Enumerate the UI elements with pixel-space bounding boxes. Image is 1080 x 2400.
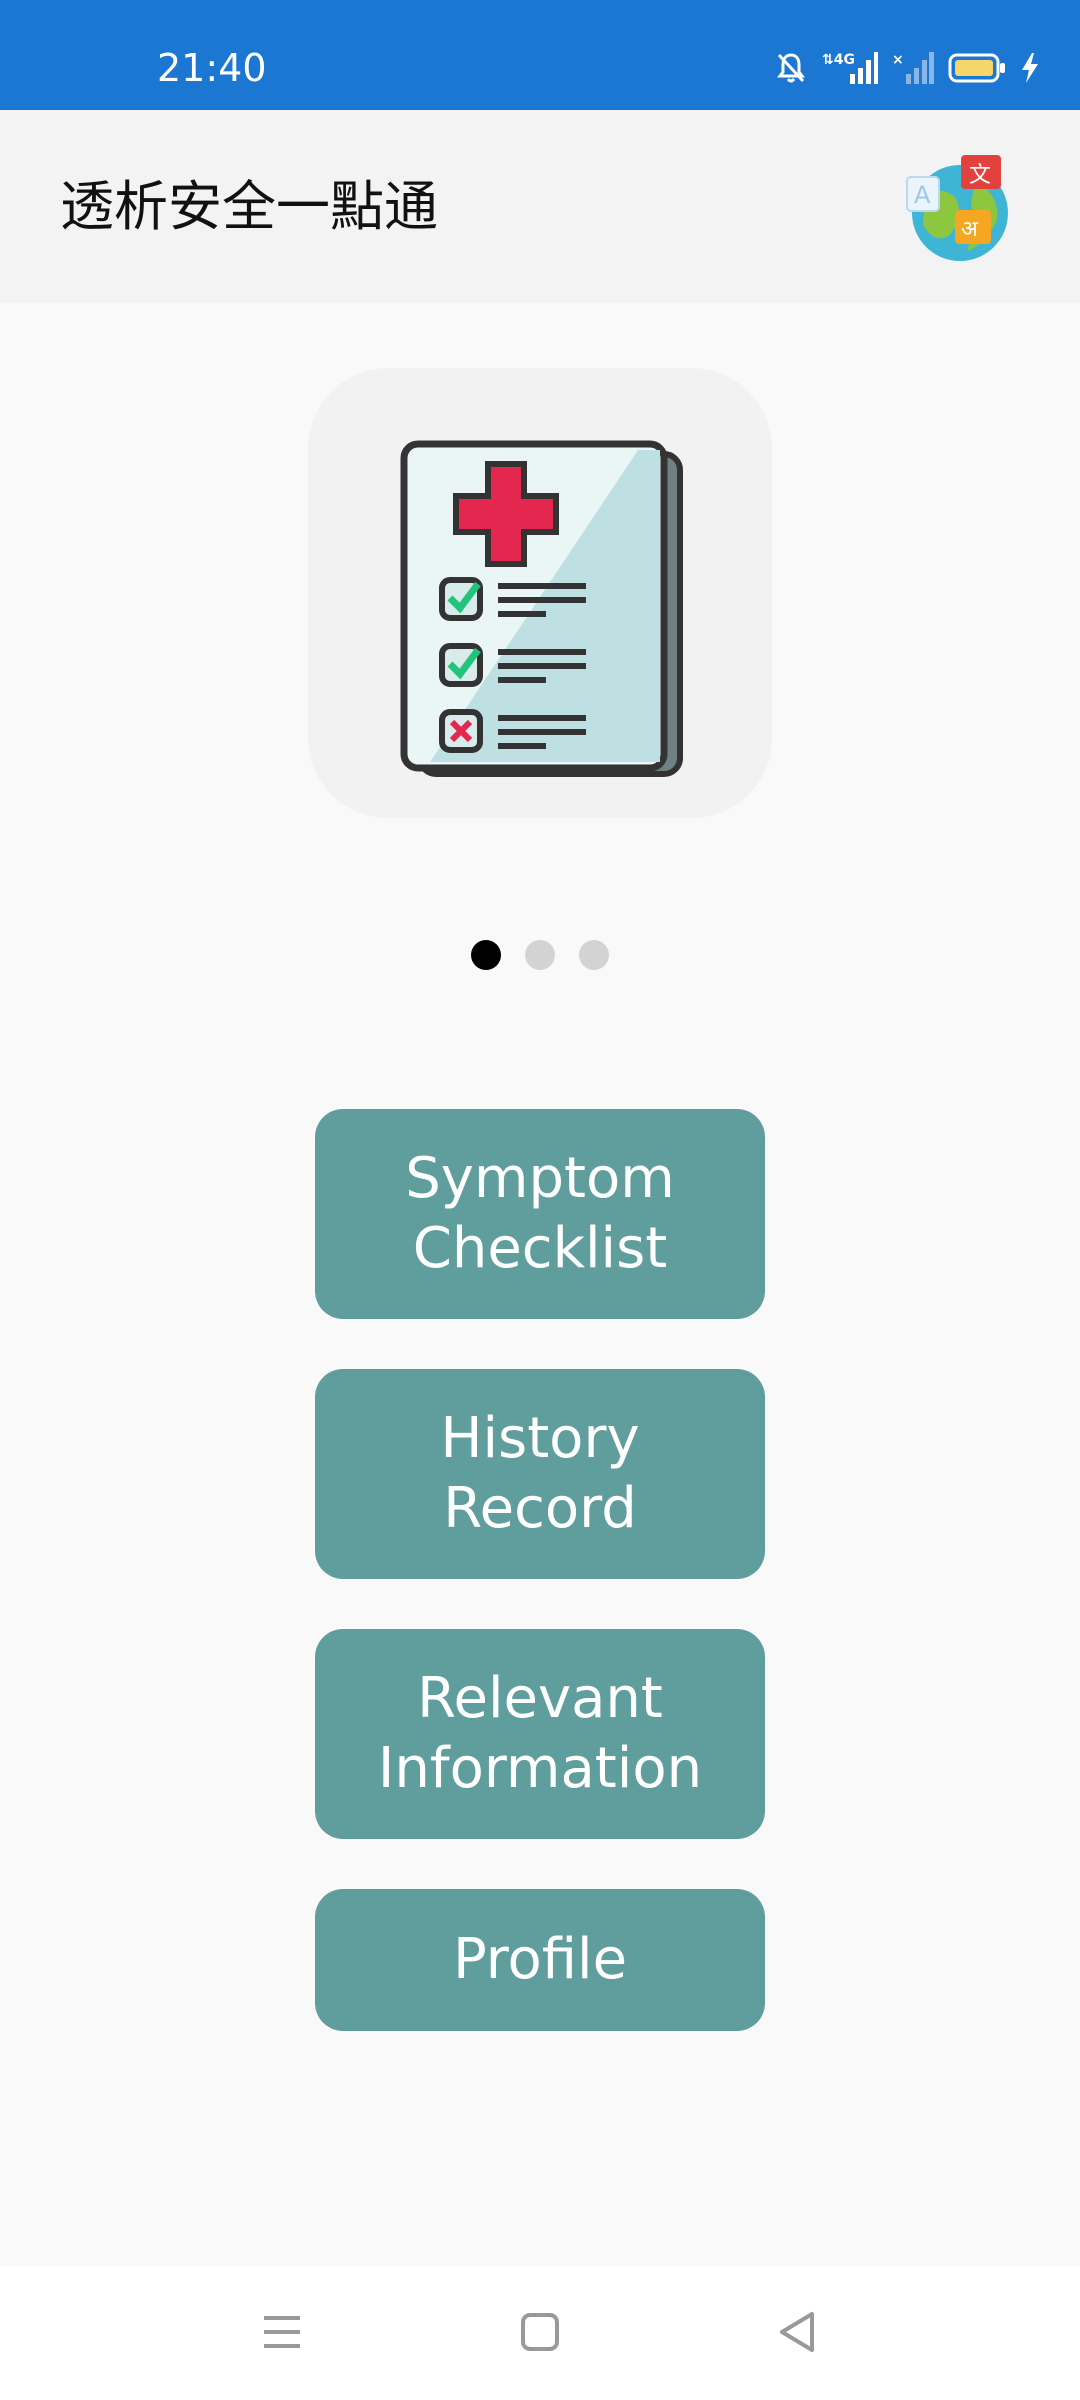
bell-muted-icon bbox=[776, 52, 806, 84]
history-record-button[interactable]: History Record bbox=[315, 1369, 765, 1579]
relevant-information-button[interactable]: Relevant Information bbox=[315, 1629, 765, 1839]
carousel-dot-1[interactable] bbox=[471, 940, 501, 970]
translate-button[interactable]: A 文 अ bbox=[905, 155, 1015, 265]
medical-checklist-icon bbox=[400, 440, 683, 777]
menu-lines-icon bbox=[264, 2316, 300, 2348]
carousel-dot-2[interactable] bbox=[525, 940, 555, 970]
carousel-dot-3[interactable] bbox=[579, 940, 609, 970]
battery-icon bbox=[948, 53, 1006, 83]
page-title: 透析安全一點通 bbox=[60, 175, 438, 238]
app-bar: 透析安全一點通 A 文 अ bbox=[0, 110, 1080, 303]
status-icons: ⇅4G × bbox=[776, 48, 1040, 88]
back-triangle-icon bbox=[780, 2312, 814, 2352]
profile-button[interactable]: Profile bbox=[315, 1889, 765, 2031]
svg-text:A: A bbox=[914, 181, 931, 209]
home-button[interactable] bbox=[510, 2302, 570, 2362]
back-button[interactable] bbox=[768, 2302, 828, 2362]
system-nav-bar bbox=[0, 2266, 1080, 2400]
svg-text:⇅4G: ⇅4G bbox=[822, 52, 855, 68]
recent-apps-button[interactable] bbox=[252, 2302, 312, 2362]
symptom-checklist-button[interactable]: Symptom Checklist bbox=[315, 1109, 765, 1319]
carousel-page-indicator bbox=[0, 940, 1080, 970]
home-square-icon bbox=[521, 2313, 559, 2351]
status-bar: 21:40 ⇅4G × bbox=[0, 0, 1080, 110]
4g-signal-icon: ⇅4G bbox=[820, 50, 878, 86]
svg-text:文: 文 bbox=[969, 163, 991, 188]
image-carousel[interactable] bbox=[308, 368, 772, 818]
no-signal-icon: × bbox=[892, 50, 934, 86]
svg-text:×: × bbox=[892, 52, 904, 68]
svg-text:अ: अ bbox=[961, 217, 979, 242]
translate-globe-icon: A 文 अ bbox=[906, 155, 1008, 261]
charging-icon bbox=[1020, 52, 1040, 84]
status-time: 21:40 bbox=[157, 46, 267, 90]
